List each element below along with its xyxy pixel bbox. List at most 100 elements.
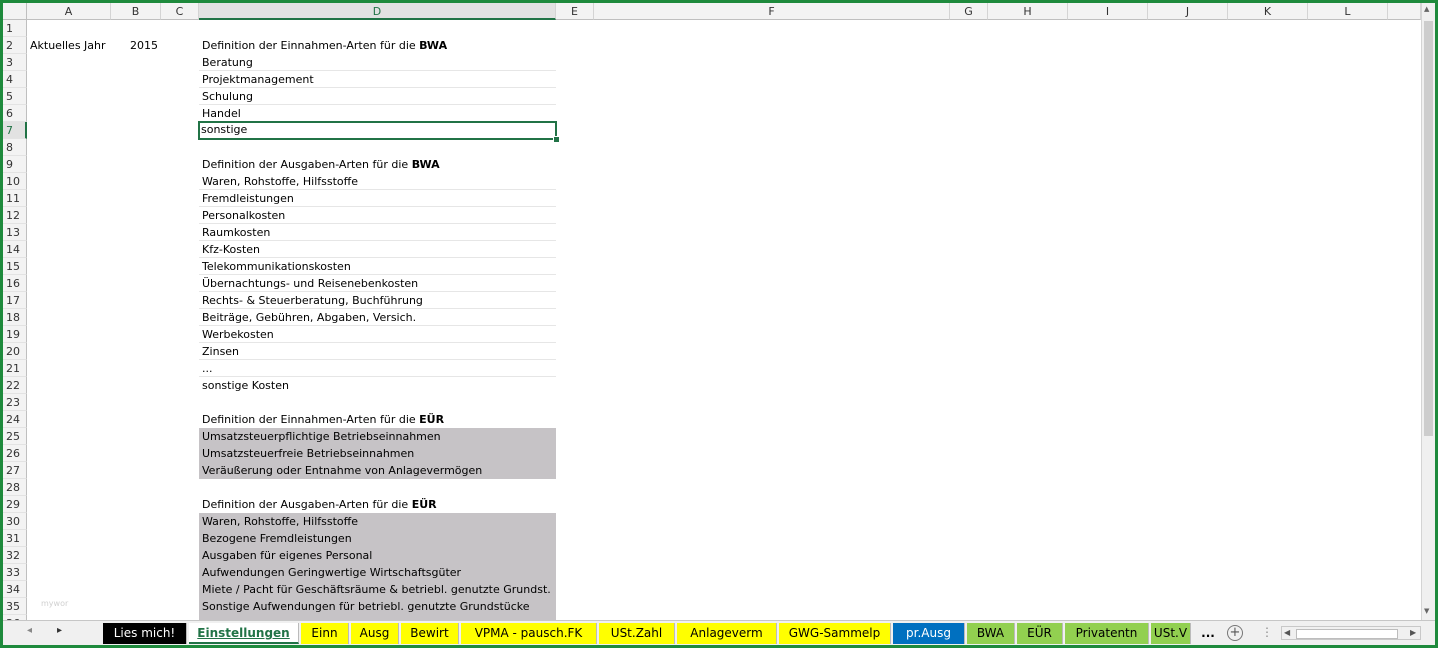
row-header-34[interactable]: 34 [3, 581, 27, 598]
row-header-1[interactable]: 1 [3, 20, 27, 37]
cell-d30[interactable]: Waren, Rohstoffe, Hilfsstoffe [199, 513, 556, 530]
tab-split-handle[interactable]: ⋮ [1261, 625, 1273, 639]
cell-d21[interactable]: ... [199, 360, 556, 377]
cell-d18[interactable]: Beiträge, Gebühren, Abgaben, Versich. [199, 309, 556, 326]
cell-d32[interactable]: Ausgaben für eigenes Personal [199, 547, 556, 564]
sheet-tab-7[interactable]: Anlageverm [677, 623, 777, 644]
cell-d10[interactable]: Waren, Rohstoffe, Hilfsstoffe [199, 173, 556, 190]
spreadsheet-grid[interactable]: A B C D E F G H I J K L 1 2 3 4 5 6 7 8 9 10 11 12 1… [3, 3, 1421, 620]
sheet-tab-11[interactable]: EÜR [1017, 623, 1063, 644]
vertical-scrollbar[interactable]: ▲ ▼ [1421, 3, 1435, 620]
cell-d20[interactable]: Zinsen [199, 343, 556, 360]
sheet-tab-8[interactable]: GWG-Sammelp [779, 623, 891, 644]
select-all-corner[interactable] [3, 3, 27, 20]
column-header-g[interactable]: G [950, 3, 988, 20]
column-header-i[interactable]: I [1068, 3, 1148, 20]
vertical-scroll-thumb[interactable] [1424, 21, 1433, 436]
row-header-27[interactable]: 27 [3, 462, 27, 479]
horizontal-scroll-thumb[interactable] [1296, 629, 1398, 639]
row-header-35[interactable]: 35 [3, 598, 27, 615]
row-header-13[interactable]: 13 [3, 224, 27, 241]
row-header-17[interactable]: 17 [3, 292, 27, 309]
row-header-21[interactable]: 21 [3, 360, 27, 377]
cell-d9[interactable]: Definition der Ausgaben-Arten für die BW… [199, 156, 556, 173]
cell-d7-active[interactable]: sonstige [198, 121, 557, 140]
row-header-14[interactable]: 14 [3, 241, 27, 258]
row-header-22[interactable]: 22 [3, 377, 27, 394]
row-header-32[interactable]: 32 [3, 547, 27, 564]
cell-d16[interactable]: Übernachtungs- und Reisenebenkosten [199, 275, 556, 292]
sheet-tab-4[interactable]: Bewirt [401, 623, 459, 644]
cell-d29[interactable]: Definition der Ausgaben-Arten für die EÜ… [199, 496, 556, 513]
cell-d24[interactable]: Definition der Einnahmen-Arten für die E… [199, 411, 556, 428]
sheet-tab-0[interactable]: Lies mich! [103, 623, 187, 644]
column-header-blank[interactable] [1388, 3, 1421, 20]
row-header-19[interactable]: 19 [3, 326, 27, 343]
row-header-28[interactable]: 28 [3, 479, 27, 496]
row-header-4[interactable]: 4 [3, 71, 27, 88]
sheet-tab-2[interactable]: Einn [301, 623, 349, 644]
row-header-16[interactable]: 16 [3, 275, 27, 292]
row-header-25[interactable]: 25 [3, 428, 27, 445]
column-header-a[interactable]: A [27, 3, 111, 20]
cell-d13[interactable]: Raumkosten [199, 224, 556, 241]
column-header-d[interactable]: D [199, 3, 556, 20]
column-header-k[interactable]: K [1228, 3, 1308, 20]
cell-d33[interactable]: Aufwendungen Geringwertige Wirtschaftsgü… [199, 564, 556, 581]
cell-d31[interactable]: Bezogene Fremdleistungen [199, 530, 556, 547]
sheet-tab-1[interactable]: Einstellungen [189, 623, 299, 644]
cell-d6[interactable]: Handel [199, 105, 556, 122]
row-header-24[interactable]: 24 [3, 411, 27, 428]
row-header-31[interactable]: 31 [3, 530, 27, 547]
fill-handle[interactable] [553, 136, 560, 143]
row-header-9[interactable]: 9 [3, 156, 27, 173]
cell-d19[interactable]: Werbekosten [199, 326, 556, 343]
column-header-j[interactable]: J [1148, 3, 1228, 20]
cell-d17[interactable]: Rechts- & Steuerberatung, Buchführung [199, 292, 556, 309]
column-header-b[interactable]: B [111, 3, 161, 20]
sheet-tab-10[interactable]: BWA [967, 623, 1015, 644]
cell-d15[interactable]: Telekommunikationskosten [199, 258, 556, 275]
sheet-tab-13[interactable]: USt.V [1151, 623, 1191, 644]
row-header-23[interactable]: 23 [3, 394, 27, 411]
scroll-down-icon[interactable]: ▼ [1424, 607, 1429, 615]
more-tabs-button[interactable]: ... [1197, 623, 1219, 644]
row-header-18[interactable]: 18 [3, 309, 27, 326]
cell-d26[interactable]: Umsatzsteuerfreie Betriebseinnahmen [199, 445, 556, 462]
row-header-3[interactable]: 3 [3, 54, 27, 71]
row-header-15[interactable]: 15 [3, 258, 27, 275]
row-header-33[interactable]: 33 [3, 564, 27, 581]
sheet-tab-3[interactable]: Ausg [351, 623, 399, 644]
scroll-up-icon[interactable]: ▲ [1424, 5, 1429, 13]
column-header-f[interactable]: F [594, 3, 950, 20]
plus-circle-icon[interactable]: + [1227, 625, 1243, 641]
chevron-left-icon[interactable]: ◂ [27, 625, 32, 636]
cell-d4[interactable]: Projektmanagement [199, 71, 556, 88]
cell-d5[interactable]: Schulung [199, 88, 556, 105]
cell-d11[interactable]: Fremdleistungen [199, 190, 556, 207]
cell-d2[interactable]: Definition der Einnahmen-Arten für die B… [199, 37, 556, 54]
cell-d12[interactable]: Personalkosten [199, 207, 556, 224]
scroll-left-icon[interactable]: ◀ [1284, 628, 1290, 637]
row-header-26[interactable]: 26 [3, 445, 27, 462]
row-header-11[interactable]: 11 [3, 190, 27, 207]
row-header-5[interactable]: 5 [3, 88, 27, 105]
scroll-right-icon[interactable]: ▶ [1410, 628, 1416, 637]
cell-d27[interactable]: Veräußerung oder Entnahme von Anlageverm… [199, 462, 556, 479]
horizontal-scrollbar[interactable]: ◀ ▶ [1281, 626, 1421, 640]
sheet-tab-12[interactable]: Privatentn [1065, 623, 1149, 644]
row-header-30[interactable]: 30 [3, 513, 27, 530]
sheet-tab-6[interactable]: USt.Zahl [599, 623, 675, 644]
column-header-c[interactable]: C [161, 3, 199, 20]
row-header-29[interactable]: 29 [3, 496, 27, 513]
row-header-8[interactable]: 8 [3, 139, 27, 156]
column-header-h[interactable]: H [988, 3, 1068, 20]
cell-d25[interactable]: Umsatzsteuerpflichtige Betriebseinnahmen [199, 428, 556, 445]
sheet-tab-5[interactable]: VPMA - pausch.FK [461, 623, 597, 644]
row-header-20[interactable]: 20 [3, 343, 27, 360]
row-header-10[interactable]: 10 [3, 173, 27, 190]
row-header-2[interactable]: 2 [3, 37, 27, 54]
cell-d14[interactable]: Kfz-Kosten [199, 241, 556, 258]
cell-d3[interactable]: Beratung [199, 54, 556, 71]
cell-b2[interactable]: 2015 [127, 37, 167, 54]
